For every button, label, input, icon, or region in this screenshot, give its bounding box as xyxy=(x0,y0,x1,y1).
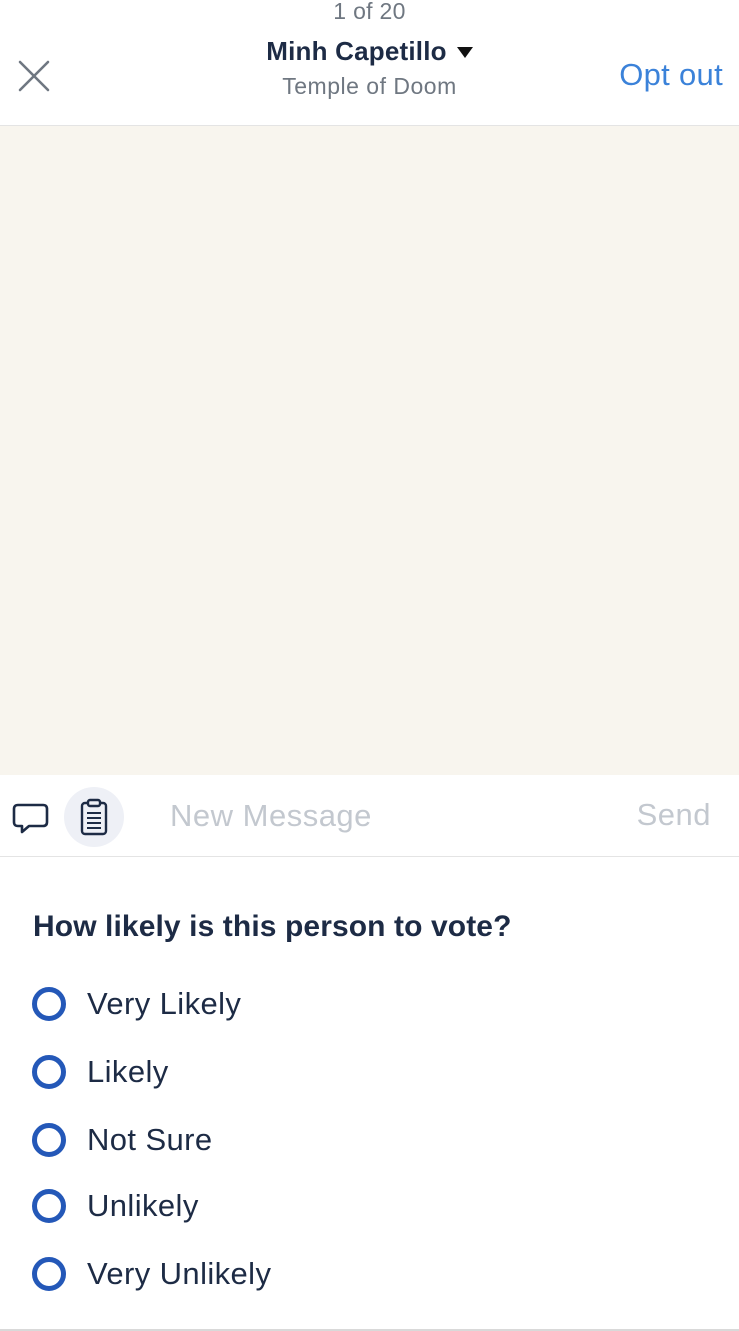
caret-down-icon xyxy=(456,47,473,58)
option-unlikely[interactable]: Unlikely xyxy=(32,1188,199,1224)
radio-button[interactable] xyxy=(32,1257,66,1291)
send-button[interactable]: Send xyxy=(637,797,711,833)
script-button[interactable] xyxy=(64,787,124,847)
conversation-area xyxy=(0,126,739,775)
clipboard-icon xyxy=(80,798,108,836)
radio-button[interactable] xyxy=(32,1123,66,1157)
option-likely[interactable]: Likely xyxy=(32,1054,169,1090)
option-not-sure[interactable]: Not Sure xyxy=(32,1122,213,1158)
speech-bubble-button[interactable] xyxy=(12,800,50,836)
option-very-likely[interactable]: Very Likely xyxy=(32,986,241,1022)
speech-bubble-icon xyxy=(12,803,49,834)
header-bar: 1 of 20 Minh Capetillo Temple of Doom Op… xyxy=(0,0,739,126)
radio-button[interactable] xyxy=(32,987,66,1021)
option-very-unlikely[interactable]: Very Unlikely xyxy=(32,1256,271,1292)
contact-counter: 1 of 20 xyxy=(333,0,406,24)
radio-button[interactable] xyxy=(32,1055,66,1089)
contact-name: Minh Capetillo xyxy=(266,36,447,66)
option-label: Very Unlikely xyxy=(87,1256,272,1291)
opt-out-button[interactable]: Opt out xyxy=(619,57,723,93)
radio-button[interactable] xyxy=(32,1189,66,1223)
contact-selector[interactable]: Minh Capetillo xyxy=(266,36,473,67)
survey-question: How likely is this person to vote? xyxy=(33,910,512,943)
option-label: Not Sure xyxy=(87,1122,213,1157)
option-label: Unlikely xyxy=(87,1188,199,1223)
option-label: Likely xyxy=(87,1054,169,1089)
texting-app: 1 of 20 Minh Capetillo Temple of Doom Op… xyxy=(0,0,739,1331)
option-label: Very Likely xyxy=(87,986,242,1021)
new-message-input[interactable] xyxy=(158,792,598,840)
